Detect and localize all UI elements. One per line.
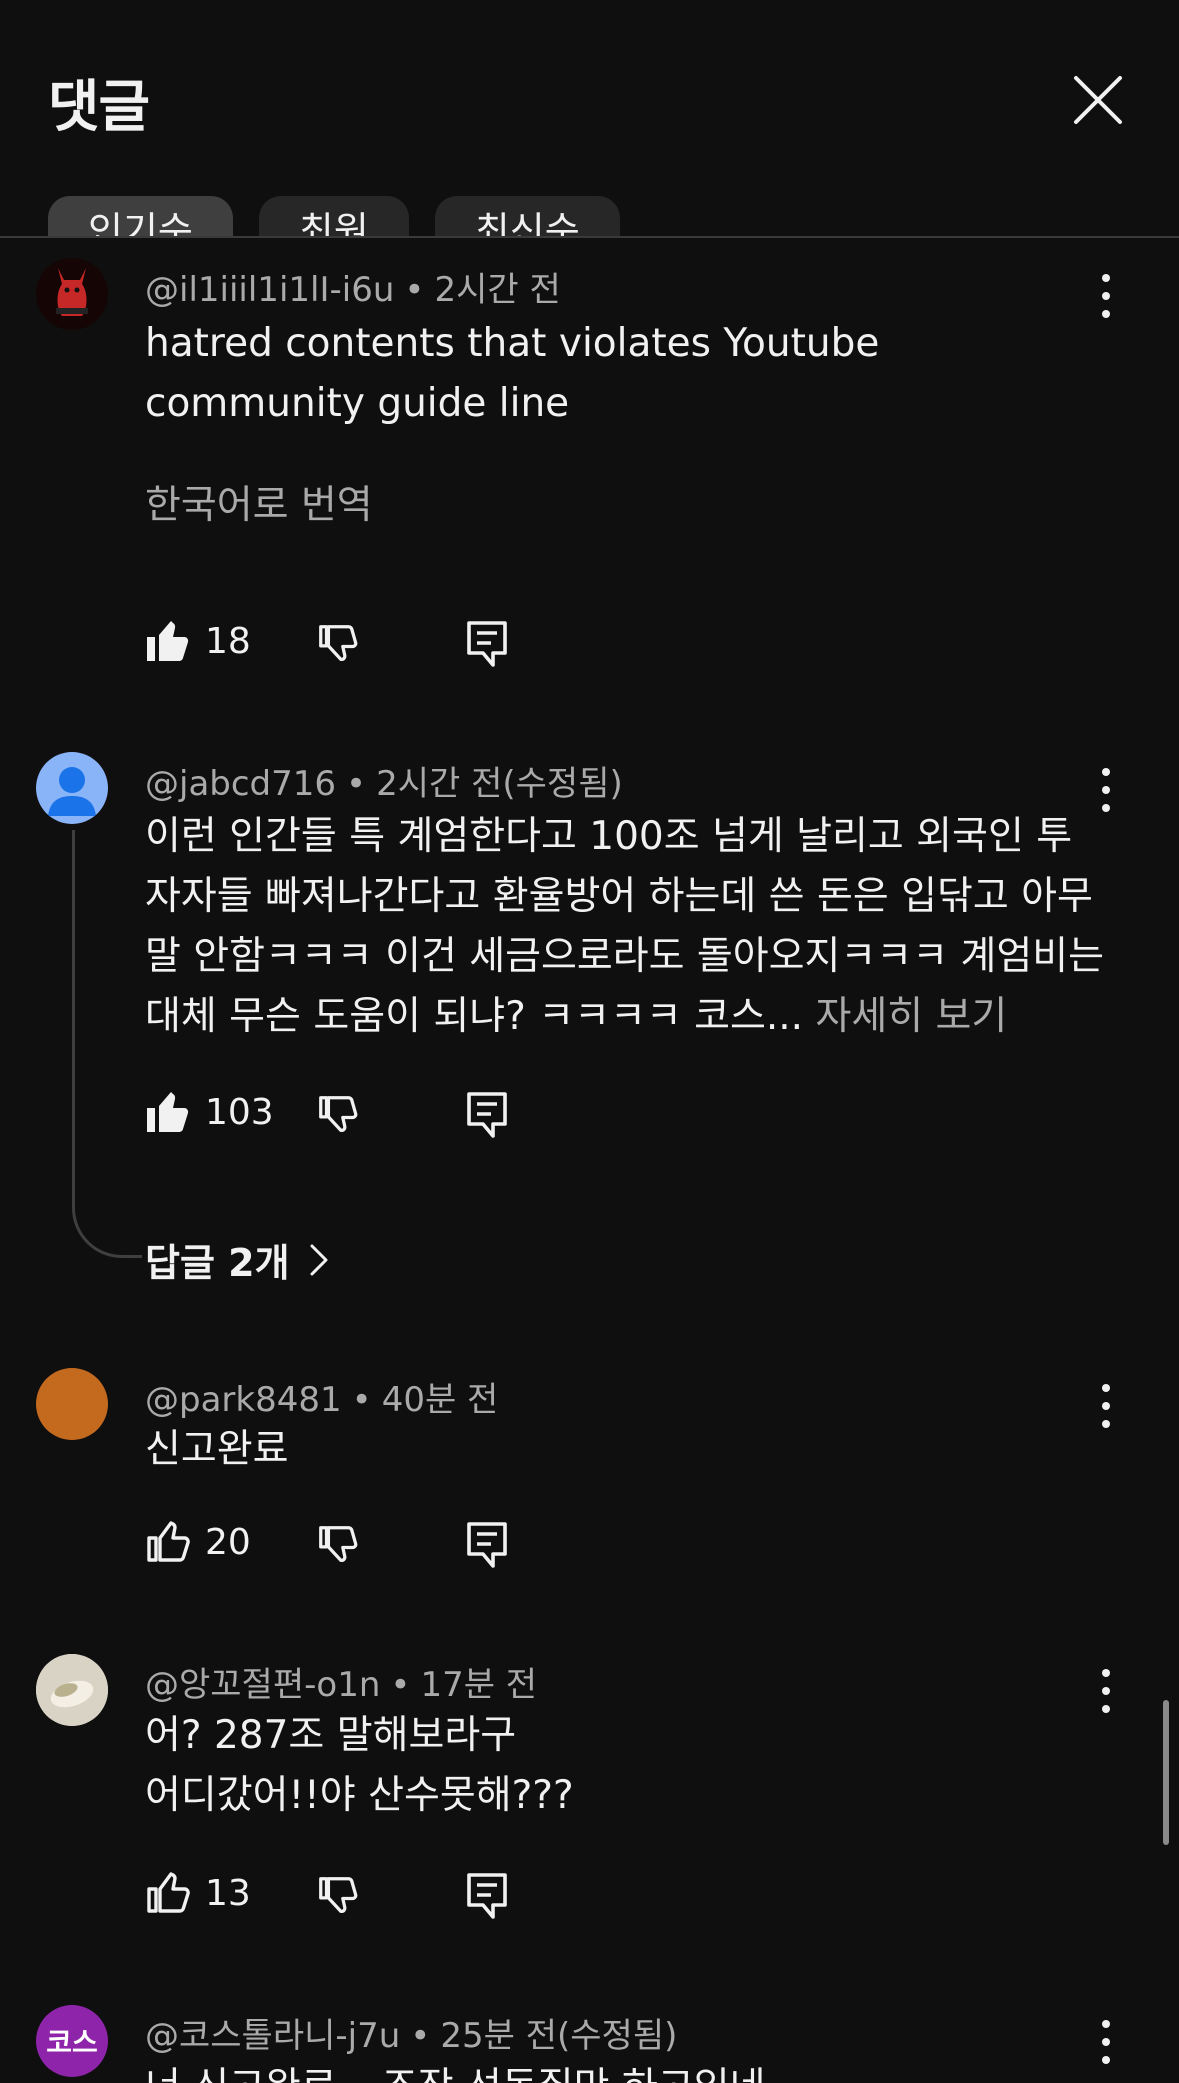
like-button[interactable] [145, 1088, 193, 1140]
reply-icon [467, 1522, 507, 1568]
avatar-initials: 코스 [46, 2026, 98, 2059]
comment-text: 이런 인간들 특 계엄한다고 100조 넘게 날리고 외국인 투자자들 빠져나간… [145, 807, 1105, 1047]
thumb-down-icon [319, 1096, 358, 1132]
dislike-button[interactable] [315, 1092, 361, 1142]
close-button[interactable] [1068, 70, 1128, 130]
read-more-link[interactable]: 자세히 보기 [815, 994, 1007, 1039]
comment-meta: @코스톨라니-j7u • 25분 전(수정됨) [145, 2016, 678, 2056]
comment-meta: @park8481 • 40분 전 [145, 1380, 499, 1420]
close-icon [1074, 76, 1122, 124]
thumb-down-icon [319, 1877, 358, 1913]
dislike-button[interactable] [315, 621, 361, 671]
thumb-up-filled-icon [147, 1092, 189, 1132]
avatar[interactable] [36, 1368, 108, 1440]
chevron-right-icon [310, 1244, 328, 1275]
like-button[interactable] [145, 1518, 193, 1570]
reply-button[interactable] [465, 619, 509, 673]
reply-button[interactable] [465, 1871, 509, 1925]
thumb-up-icon [147, 1521, 190, 1562]
reply-icon [467, 621, 507, 667]
comment-text: hatred contents that violates Youtube co… [145, 321, 880, 426]
comment-meta: @jabcd716 • 2시간 전(수정됨) [145, 764, 623, 804]
avatar[interactable] [36, 752, 108, 824]
reply-button[interactable] [465, 1090, 509, 1144]
comment-text: 어? 287조 말해보라구 어디갔어!!야 산수못해??? [145, 1713, 574, 1818]
tab-second[interactable]: 최원 [258, 196, 409, 238]
comment-author[interactable]: @jabcd716 [145, 764, 336, 804]
thumb-up-icon [147, 1872, 190, 1913]
dislike-button[interactable] [315, 1873, 361, 1923]
like-count: 18 [205, 621, 251, 662]
thumb-down-icon [319, 1526, 358, 1562]
page-title: 댓글 [48, 75, 150, 140]
comment-time: 25분 전(수정됨) [440, 2016, 678, 2056]
thumb-up-filled-icon [147, 621, 189, 661]
comment-text: 너 신고완료~ 조작 선동질만 하고있네 [145, 2058, 1105, 2083]
comments-header: 댓글 인기순 최원 최신순 [0, 0, 1179, 238]
comment-author[interactable]: @park8481 [145, 1380, 342, 1420]
translate-button[interactable]: 한국어로 번역 [145, 474, 373, 530]
tab-popular[interactable]: 인기순 [48, 196, 233, 238]
reply-icon [467, 1092, 507, 1138]
comment-text: 신고완료 [145, 1427, 289, 1472]
thumb-down-icon [319, 625, 358, 661]
avatar[interactable] [36, 1654, 108, 1726]
comment-author[interactable]: @코스톨라니-j7u [145, 2016, 400, 2056]
comment-time: 17분 전 [420, 1665, 538, 1705]
reply-icon [467, 1873, 507, 1919]
replies-count: 답글 2개 [145, 1241, 290, 1285]
header-divider [0, 236, 1179, 238]
comment-time: 40분 전 [381, 1380, 499, 1420]
more-button[interactable] [1090, 268, 1122, 324]
comment-meta: @il1iiil1i1lI-i6u • 2시간 전 [145, 270, 561, 310]
comment-author[interactable]: @앙꼬절편-o1n [145, 1665, 380, 1705]
comment-author[interactable]: @il1iiil1i1lI-i6u [145, 270, 394, 310]
sort-tabs: 인기순 최원 최신순 [48, 196, 620, 238]
dislike-button[interactable] [315, 1522, 361, 1572]
thread-connector [72, 830, 142, 1258]
avatar[interactable]: 코스 [36, 2005, 108, 2077]
tab-newest[interactable]: 최신순 [434, 196, 620, 238]
comment-time: 2시간 전(수정됨) [376, 764, 623, 804]
avatar[interactable] [36, 258, 108, 330]
comment-meta: @앙꼬절편-o1n • 17분 전 [145, 1665, 538, 1705]
like-button[interactable] [145, 1869, 193, 1921]
scrollbar[interactable] [1163, 1700, 1169, 1845]
like-count: 103 [205, 1092, 274, 1133]
like-count: 13 [205, 1873, 251, 1914]
replies-toggle[interactable]: 답글 2개 [145, 1232, 330, 1287]
like-count: 20 [205, 1522, 251, 1563]
comment-time: 2시간 전 [434, 270, 561, 310]
reply-button[interactable] [465, 1520, 509, 1574]
like-button[interactable] [145, 617, 193, 669]
more-vert-icon [1102, 274, 1110, 318]
